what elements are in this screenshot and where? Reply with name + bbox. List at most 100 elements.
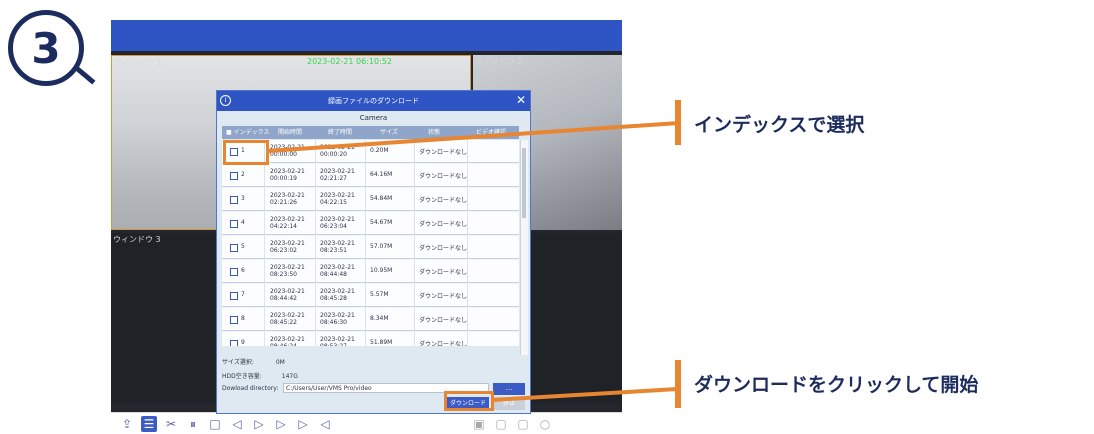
next-frame-icon[interactable]: ▷ xyxy=(295,416,311,432)
pane-label-1: ウィンドウ 1 xyxy=(114,58,162,67)
table-body: 12023-02-2100:00:002023-02-2100:00:200.2… xyxy=(222,140,519,346)
table-row[interactable]: 7 2023-02-21 08:44:42 2023-02-21 08:45:28 5.5… xyxy=(222,284,519,307)
row-start-date: 2023-02-21 xyxy=(270,168,305,175)
pause-icon[interactable]: ⏸ xyxy=(185,416,201,432)
row-status: ダウンロードなし xyxy=(419,149,468,156)
row-end-time: 2023-02-21 08:45:28 xyxy=(320,288,355,302)
row-end-clock: 08:46:30 xyxy=(320,319,347,326)
cell-divider xyxy=(264,260,265,282)
callout-bar-start xyxy=(675,360,681,408)
row-index: 6 xyxy=(241,267,245,274)
table-scrollbar[interactable] xyxy=(520,140,528,355)
cell-divider xyxy=(315,188,316,210)
layout-1-icon[interactable]: ▣ xyxy=(471,416,487,432)
cell-divider xyxy=(467,308,468,330)
cell-divider xyxy=(467,212,468,234)
download-list-icon[interactable]: ☰ xyxy=(141,416,157,432)
cell-divider xyxy=(315,284,316,306)
close-icon[interactable]: ✕ xyxy=(516,93,526,107)
row-status: ダウンロードなし xyxy=(419,317,468,324)
callout-select: インデックスで選択 xyxy=(694,114,865,136)
row-end-time: 2023-02-2108:53:27 xyxy=(320,336,355,346)
row-start-time: 2023-02-21 08:45:22 xyxy=(270,312,305,326)
cell-divider xyxy=(365,164,366,186)
cell-divider xyxy=(414,140,415,162)
refresh-icon[interactable]: ○ xyxy=(537,416,553,432)
table-row[interactable]: 92023-02-2108:46:242023-02-2108:53:2751.… xyxy=(222,332,519,346)
cell-divider xyxy=(467,236,468,258)
table-row[interactable]: 2 2023-02-21 00:00:19 2023-02-21 02:21:27 64.… xyxy=(222,164,519,187)
export-icon[interactable]: ⇪ xyxy=(119,416,135,432)
row-checkbox[interactable] xyxy=(230,172,238,180)
layout-3-icon[interactable]: ▢ xyxy=(515,416,531,432)
cell-divider xyxy=(264,212,265,234)
cell-divider xyxy=(414,164,415,186)
row-end-date: 2023-02-21 xyxy=(320,240,355,247)
row-end-time: 2023-02-21 08:44:48 xyxy=(320,264,355,278)
fast-forward-icon[interactable]: ▷ xyxy=(273,416,289,432)
volume-mute-icon[interactable]: ◁ xyxy=(317,416,333,432)
row-end-clock: 02:21:27 xyxy=(320,175,347,182)
info-icon[interactable]: i xyxy=(220,95,231,106)
slow-rewind-icon[interactable]: ◁ xyxy=(229,416,245,432)
row-start-time: 2023-02-21 00:00:19 xyxy=(270,168,305,182)
row-start-clock: 06:23:02 xyxy=(270,247,297,254)
table-row[interactable]: 5 2023-02-21 06:23:02 2023-02-21 08:23:51 57.… xyxy=(222,236,519,259)
cell-divider xyxy=(365,332,366,346)
cut-icon[interactable]: ✂ xyxy=(163,416,179,432)
row-checkbox[interactable] xyxy=(230,220,238,228)
row-checkbox[interactable] xyxy=(230,292,238,300)
row-start-time: 2023-02-21 06:23:02 xyxy=(270,240,305,254)
row-start-clock: 02:21:26 xyxy=(270,199,297,206)
cell-divider xyxy=(414,188,415,210)
download-highlight-box xyxy=(444,391,494,411)
cell-divider xyxy=(315,212,316,234)
hdd-label: HDD空き容量: xyxy=(222,373,262,380)
row-start-date: 2023-02-21 xyxy=(270,264,305,271)
hdd-value: 147G xyxy=(281,373,298,380)
row-checkbox[interactable] xyxy=(230,268,238,276)
col-size: サイズ xyxy=(380,129,398,136)
table-row[interactable]: 8 2023-02-21 08:45:22 2023-02-21 08:46:30 8.3… xyxy=(222,308,519,331)
row-index: 5 xyxy=(241,243,245,250)
browse-button[interactable]: ... xyxy=(493,383,525,395)
col-index[interactable]: ■ インデックス xyxy=(226,126,269,139)
layout-2-icon[interactable]: ▢ xyxy=(493,416,509,432)
cell-divider xyxy=(414,284,415,306)
stop-icon[interactable]: □ xyxy=(207,416,223,432)
row-end-clock: 08:23:51 xyxy=(320,247,347,254)
cell-divider xyxy=(467,164,468,186)
row-end-clock: 08:53:27 xyxy=(320,343,347,346)
row-end-date: 2023-02-21 xyxy=(320,264,355,271)
row-status: ダウンロードなし xyxy=(419,245,468,252)
row-end-clock: 08:45:28 xyxy=(320,295,347,302)
row-start-date: 2023-02-21 xyxy=(270,216,305,223)
cell-divider xyxy=(264,332,265,346)
row-index: 8 xyxy=(241,315,245,322)
cell-divider xyxy=(414,308,415,330)
row-index: 9 xyxy=(241,339,245,346)
row-start-date: 2023-02-21 xyxy=(270,312,305,319)
table-row[interactable]: 6 2023-02-21 08:23:50 2023-02-21 08:44:48 10.… xyxy=(222,260,519,283)
cell-divider xyxy=(414,236,415,258)
row-checkbox[interactable] xyxy=(230,340,238,346)
step-number-badge: 3 xyxy=(8,10,84,86)
video-timestamp: 2023-02-21 06:10:52 xyxy=(307,57,392,66)
row-start-clock: 08:45:22 xyxy=(270,319,297,326)
row-checkbox[interactable] xyxy=(230,196,238,204)
dialog-title-bar: i 録画ファイルのダウンロード ✕ xyxy=(217,91,530,111)
row-checkbox[interactable] xyxy=(230,244,238,252)
col-end-time: 終了時間 xyxy=(328,129,353,136)
scrollbar-thumb[interactable] xyxy=(522,148,526,218)
row-size: 10.95M xyxy=(370,267,393,274)
row-status: ダウンロードなし xyxy=(419,341,468,346)
play-icon[interactable]: ▷ xyxy=(251,416,267,432)
row-start-time: 2023-02-2108:46:24 xyxy=(270,336,305,346)
table-row[interactable]: 3 2023-02-21 02:21:26 2023-02-21 04:22:15 54.… xyxy=(222,188,519,211)
row-status: ダウンロードなし xyxy=(419,173,468,180)
row-end-date: 2023-02-21 xyxy=(320,216,355,223)
cell-divider xyxy=(315,140,316,162)
cell-divider xyxy=(414,260,415,282)
table-row[interactable]: 4 2023-02-21 04:22:14 2023-02-21 06:23:04 54.… xyxy=(222,212,519,235)
row-checkbox[interactable] xyxy=(230,316,238,324)
